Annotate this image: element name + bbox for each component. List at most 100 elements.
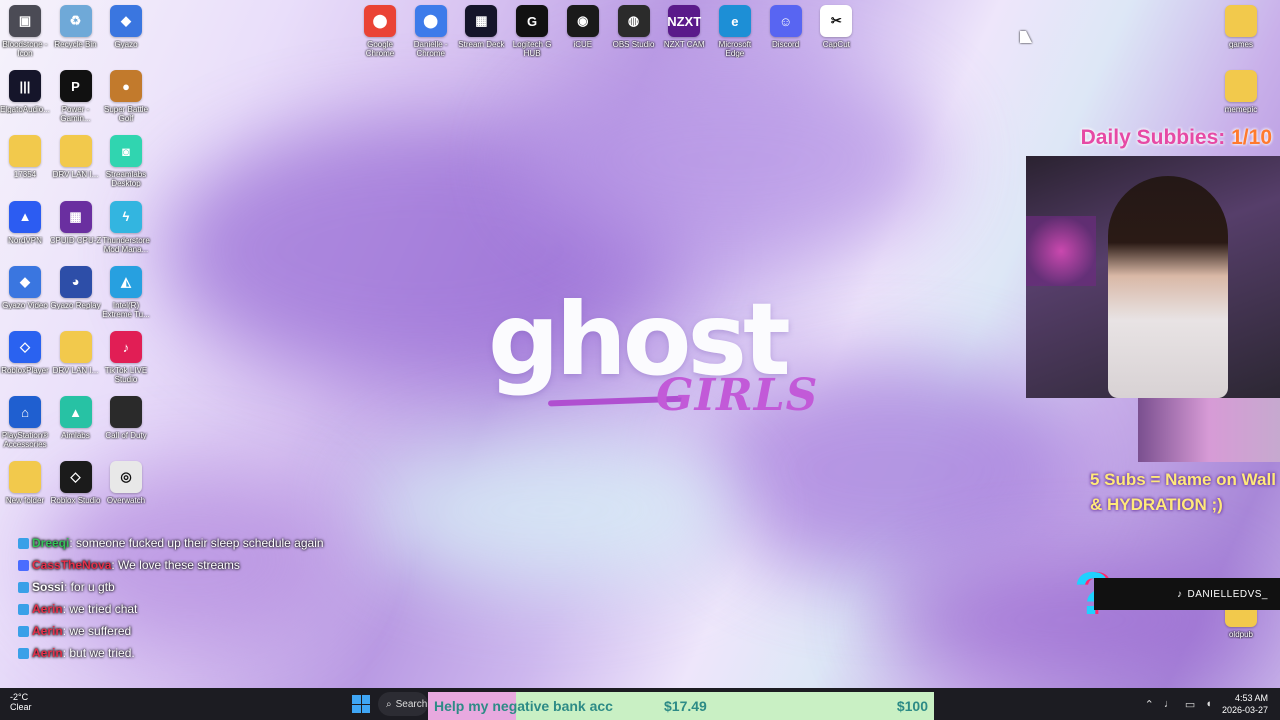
icue-icon: ◉: [566, 5, 599, 37]
chat-overlay: Dreeqi: someone fucked up their sleep sc…: [18, 532, 358, 664]
memepic-folder-icon: [1225, 70, 1257, 102]
shortcut-label: Thunderstore Mod Mana...: [102, 235, 150, 254]
start-button[interactable]: [352, 695, 370, 713]
desktop-shortcut[interactable]: ☺ Discord: [760, 5, 812, 49]
shortcut-label: Danielle - Chrome: [413, 40, 448, 58]
shortcut-label: Stream Deck: [458, 40, 505, 49]
daily-subs-counter: Daily Subbies: 1/10: [1081, 126, 1272, 150]
subs-label: Daily Subbies:: [1080, 126, 1226, 149]
desktop-shortcut[interactable]: ϟ Thunderstore Mod Mana...: [100, 200, 152, 254]
chat-text: : We love these streams: [111, 558, 240, 572]
donation-goal-bar: Help my negative bank acc $17.49 $100: [428, 692, 934, 720]
desktop-shortcut[interactable]: ◭ Intel(R) Extreme Tu...: [100, 265, 152, 319]
desktop-shortcut[interactable]: ▣ Bloodstone - Icon: [0, 5, 51, 58]
thunderstore-icon: ϟ: [110, 200, 142, 233]
desktop-shortcut[interactable]: DRV LAN I...: [50, 135, 102, 179]
chat-username: Dreeqi: [32, 536, 70, 550]
mouse-cursor-icon: [1020, 31, 1032, 43]
shortcut-label: DRV LAN I...: [52, 366, 99, 375]
shortcut-label: Power - Gamin...: [60, 105, 91, 124]
desktop-shortcut[interactable]: New folder: [0, 461, 51, 505]
shortcut-label: Super Battle Golf: [103, 105, 149, 124]
desktop-shortcut[interactable]: ◕ Gyazo Replay: [50, 265, 102, 310]
nordvpn-icon: ▲: [9, 200, 41, 233]
golf-game-icon: ●: [110, 70, 142, 103]
desktop-shortcut[interactable]: DRV LAN I...: [50, 331, 102, 375]
desktop-shortcut[interactable]: ▦ Stream Deck: [455, 5, 507, 49]
sub-goal-line1: 5 Subs = Name on Wall: [1090, 470, 1276, 489]
clock[interactable]: 4:53 AM 2026-03-27: [1222, 692, 1268, 716]
chat-message: Aerin: we suffered: [18, 620, 358, 642]
shortcut-label: iCUE: [573, 40, 593, 49]
power-gaming-icon: P: [59, 70, 92, 103]
tiktok-live-icon: ♪: [110, 331, 142, 363]
desktop-shortcut[interactable]: ⌂ PlayStation® Accessories: [0, 396, 51, 449]
desktop-shortcut[interactable]: ◇ RobloxPlayer: [0, 331, 51, 375]
tiktok-note-icon: ♪: [1177, 588, 1183, 600]
desktop-shortcut[interactable]: ||| ElgatoAudio...: [0, 70, 51, 114]
desktop-shortcut[interactable]: Call of Duty: [100, 396, 152, 440]
elgato-audio-icon: |||: [9, 70, 41, 103]
desktop-shortcut[interactable]: P Power - Gamin...: [50, 70, 102, 123]
edge-icon: e: [718, 5, 751, 37]
roblox-studio-icon: ◇: [59, 461, 92, 494]
desktop-shortcut[interactable]: ▲ Aimlabs: [50, 396, 102, 440]
shortcut-label: Aimlabs: [61, 431, 90, 441]
weather-temp: -2°C: [10, 692, 29, 702]
microphone-icon[interactable]: ♩: [1164, 698, 1175, 710]
desktop-shortcut[interactable]: 17354: [0, 135, 51, 179]
desktop-shortcut[interactable]: ⬤ Google Chrome: [354, 5, 406, 58]
shortcut-label: Bloodstone - Icon: [2, 40, 48, 58]
desktop-shortcut[interactable]: ▦ CPUID CPU-Z: [50, 200, 102, 245]
desktop-shortcut[interactable]: memepic: [1215, 70, 1267, 114]
sub-goal: 5 Subs = Name on Wall & HYDRATION ;): [1090, 467, 1280, 517]
desktop-shortcut[interactable]: ◇ Roblox Studio: [50, 461, 102, 505]
donation-label: Help my negative bank acc: [434, 698, 613, 714]
desktop-shortcut[interactable]: ♻ Recycle Bin: [50, 5, 102, 49]
chat-username: Aerin: [32, 602, 63, 616]
bloodstone-icon: ▣: [9, 5, 41, 37]
chat-text: : someone fucked up their sleep schedule…: [69, 536, 324, 550]
shortcut-label: Microsoft Edge: [718, 40, 752, 58]
desktop-shortcut[interactable]: ⬤ Danielle - Chrome: [405, 5, 457, 58]
display-icon[interactable]: ▭: [1185, 698, 1195, 711]
games-folder-icon: [1225, 5, 1257, 37]
desktop-shortcut[interactable]: ◆ Gyazo: [100, 5, 152, 49]
wallpaper-logo: ghost GIRLS: [488, 290, 817, 430]
desktop-shortcut[interactable]: ◉ iCUE: [557, 5, 609, 49]
cpuz-icon: ▦: [59, 200, 92, 233]
search-box[interactable]: ⌕ Search: [378, 692, 428, 716]
desktop-shortcut[interactable]: NZXT NZXT CAM: [658, 5, 710, 49]
desktop-shortcut[interactable]: ◙ Streamlabs Desktop: [100, 135, 152, 188]
overwatch-icon: ◎: [110, 461, 142, 494]
aimlabs-icon: ▲: [59, 396, 92, 429]
roblox-icon: ◇: [9, 331, 41, 363]
chat-message: Aerin: but we tried.: [18, 642, 358, 664]
chat-badge-icon: [18, 648, 29, 660]
webcam-feed: [1026, 156, 1280, 398]
desktop-shortcut[interactable]: ✂ CapCut: [810, 5, 862, 49]
weather-widget[interactable]: -2°C Clear: [10, 692, 32, 712]
desktop-shortcut[interactable]: ◆ Gyazo Video: [0, 265, 51, 310]
speaker-icon[interactable]: ◖: [1205, 698, 1212, 710]
desktop-shortcut[interactable]: ● Super Battle Golf: [100, 70, 152, 123]
desktop-shortcut[interactable]: ◎ Overwatch: [100, 461, 152, 505]
logo-subtitle: GIRLS: [656, 370, 819, 421]
chat-text: : we suffered: [62, 624, 132, 638]
chevron-up-icon[interactable]: ⌃: [1145, 698, 1154, 711]
desktop-shortcut[interactable]: ▲ NordVPN: [0, 200, 51, 245]
chat-badge-icon: [18, 582, 29, 594]
desktop-shortcut[interactable]: ♪ TikTok LIVE Studio: [100, 331, 152, 384]
sub-goal-line2: & HYDRATION ;): [1090, 495, 1223, 514]
clock-date: 2026-03-27: [1221, 705, 1268, 715]
desktop-shortcut[interactable]: e Microsoft Edge: [709, 5, 761, 58]
shortcut-label: New folder: [5, 496, 45, 506]
desk-cam-feed: [1138, 398, 1280, 462]
desktop-shortcut[interactable]: ◍ OBS Studio: [608, 5, 660, 49]
chat-message: CassTheNova: We love these streams: [18, 554, 358, 576]
chat-text: : but we tried.: [62, 646, 135, 660]
desktop-shortcut[interactable]: games: [1215, 5, 1267, 49]
playstation-icon: ⌂: [9, 396, 41, 429]
desktop-shortcut[interactable]: G Logitech G HUB: [506, 5, 558, 58]
rgb-lights: [1026, 216, 1096, 286]
